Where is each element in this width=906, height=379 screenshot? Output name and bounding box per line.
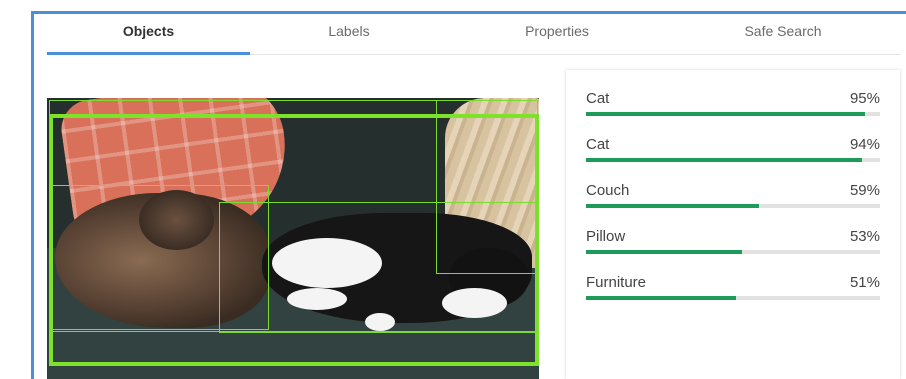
frame-left-border bbox=[31, 11, 34, 379]
tab-labels[interactable]: Labels bbox=[250, 14, 448, 54]
results-panel: Cat 95% Cat 94% Couch 59% Pillow 53% Fur… bbox=[566, 70, 900, 379]
result-row[interactable]: Furniture 51% bbox=[586, 274, 880, 310]
result-row[interactable]: Cat 95% bbox=[586, 90, 880, 126]
result-name: Cat bbox=[586, 90, 610, 107]
result-percent: 51% bbox=[849, 274, 880, 291]
tab-bar: Objects Labels Properties Safe Search bbox=[47, 14, 900, 55]
tab-objects[interactable]: Objects bbox=[47, 14, 250, 55]
score-bar-fill bbox=[586, 112, 866, 116]
bounding-box-pillow[interactable] bbox=[436, 100, 538, 274]
score-bar-fill bbox=[586, 204, 760, 208]
result-row[interactable]: Couch 59% bbox=[586, 182, 880, 218]
score-bar-track bbox=[586, 204, 880, 208]
score-bar-track bbox=[586, 158, 880, 162]
result-row[interactable]: Pillow 53% bbox=[586, 228, 880, 264]
result-percent: 59% bbox=[849, 182, 880, 199]
analyzed-image bbox=[47, 98, 539, 379]
score-bar-fill bbox=[586, 158, 863, 162]
score-bar-track bbox=[586, 296, 880, 300]
result-percent: 95% bbox=[849, 90, 880, 107]
score-bar-fill bbox=[586, 250, 742, 254]
score-bar-fill bbox=[586, 296, 736, 300]
result-name: Furniture bbox=[586, 274, 647, 291]
result-name: Pillow bbox=[586, 228, 626, 245]
tab-properties[interactable]: Properties bbox=[448, 14, 666, 54]
result-percent: 53% bbox=[849, 228, 880, 245]
result-percent: 94% bbox=[849, 136, 880, 153]
result-name: Cat bbox=[586, 136, 610, 153]
result-name: Couch bbox=[586, 182, 630, 199]
tab-safe-search[interactable]: Safe Search bbox=[666, 14, 900, 54]
score-bar-track bbox=[586, 250, 880, 254]
result-row[interactable]: Cat 94% bbox=[586, 136, 880, 172]
score-bar-track bbox=[586, 112, 880, 116]
